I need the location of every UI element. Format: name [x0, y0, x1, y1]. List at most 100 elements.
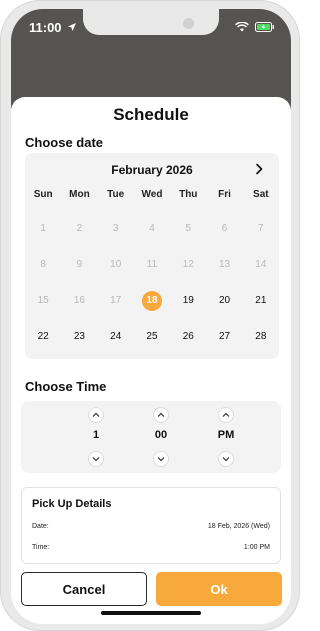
calendar-day: 5 — [170, 211, 206, 247]
weekday-label: Sat — [253, 189, 269, 200]
next-month-button[interactable] — [249, 159, 269, 179]
calendar-day: 4 — [134, 211, 170, 247]
calendar: February 2026 Sun Mon Tue Wed Thu Fri Sat 1234… — [25, 153, 279, 359]
chevron-down-icon — [157, 457, 165, 462]
chevron-down-icon — [92, 457, 100, 462]
minute-down-button[interactable] — [153, 451, 169, 467]
minute-column: 00 — [141, 407, 181, 467]
calendar-day-number: 7 — [258, 223, 264, 234]
hour-down-button[interactable] — [88, 451, 104, 467]
calendar-day-number: 23 — [73, 331, 85, 342]
calendar-day-number: 20 — [218, 295, 231, 306]
status-bar: 11:00 — [11, 9, 291, 45]
calendar-week-row: 15 16 17 18 19 20 21 — [25, 283, 279, 319]
weekday-label: Tue — [107, 189, 125, 200]
calendar-day: 1 — [25, 211, 61, 247]
calendar-day: 7 — [243, 211, 279, 247]
calendar-day-number: 2 — [76, 223, 83, 234]
calendar-month-label: February 2026 — [111, 163, 193, 177]
calendar-day-number: 10 — [110, 259, 122, 270]
calendar-week-row: 22 23 24 25 26 27 28 — [25, 319, 279, 355]
pickup-time-row: Time: 1:00 PM — [32, 544, 270, 551]
calendar-day-number: 3 — [112, 223, 119, 234]
calendar-day: 15 — [25, 283, 61, 319]
calendar-day-number: 11 — [146, 259, 158, 270]
chevron-up-icon — [157, 412, 165, 417]
calendar-day[interactable]: 26 — [170, 319, 206, 355]
calendar-day-number: 4 — [149, 223, 155, 234]
wifi-icon — [235, 22, 249, 32]
calendar-day: 13 — [206, 247, 242, 283]
calendar-day: 3 — [98, 211, 134, 247]
calendar-day-number: 28 — [255, 331, 267, 342]
hour-column: 1 — [76, 407, 116, 467]
status-left: 11:00 — [29, 20, 77, 35]
calendar-day-number: 26 — [182, 331, 194, 342]
choose-date-label: Choose date — [25, 135, 104, 150]
calendar-day-number: 22 — [37, 331, 49, 342]
hour-up-button[interactable] — [88, 407, 104, 423]
calendar-day-number: 6 — [221, 223, 228, 234]
time-picker: 1 00 PM — [21, 401, 281, 473]
sheet-title: Schedule — [113, 105, 189, 124]
chevron-right-icon — [256, 163, 263, 175]
chevron-up-icon — [222, 412, 230, 417]
pickup-details-card: Pick Up Details Date: 18 Feb, 2026 (Wed)… — [21, 487, 281, 564]
pickup-time-value: 1:00 PM — [243, 544, 270, 551]
weekday-label: Thu — [179, 189, 198, 200]
schedule-sheet: Schedule Choose date February 2026 Sun Mo… — [11, 97, 291, 624]
weekday-header-row: Sun Mon Tue Wed Thu Fri Sat — [25, 189, 279, 200]
calendar-day[interactable]: 22 — [25, 319, 61, 355]
calendar-day-number: 21 — [255, 295, 267, 306]
calendar-day[interactable]: 20 — [206, 283, 242, 319]
period-value[interactable]: PM — [206, 429, 246, 441]
calendar-day[interactable]: 27 — [206, 319, 242, 355]
pickup-date-value: 18 Feb, 2026 (Wed) — [207, 523, 270, 530]
calendar-day[interactable]: 21 — [243, 283, 279, 319]
chevron-down-icon — [222, 457, 230, 462]
calendar-day-number: 14 — [255, 259, 267, 270]
calendar-day[interactable]: 25 — [134, 319, 170, 355]
cancel-button[interactable]: Cancel — [21, 572, 147, 606]
calendar-day: 10 — [98, 247, 134, 283]
calendar-day-number: 18 — [141, 291, 162, 311]
calendar-day-number: 19 — [182, 295, 194, 306]
status-right — [235, 22, 275, 32]
status-time: 11:00 — [29, 19, 62, 35]
calendar-week-row: 8 9 10 11 12 13 14 — [25, 247, 279, 283]
pickup-details-title: Pick Up Details — [32, 498, 112, 510]
calendar-day: 8 — [25, 247, 61, 283]
camera-icon — [183, 18, 194, 29]
minute-value[interactable]: 00 — [141, 429, 181, 441]
calendar-day-number: 1 — [40, 223, 46, 234]
calendar-day[interactable]: 24 — [98, 319, 134, 355]
calendar-day-number: 27 — [218, 331, 231, 342]
ok-button[interactable]: Ok — [156, 572, 282, 606]
weekday-label: Sun — [33, 189, 53, 200]
calendar-day-number: 15 — [37, 295, 49, 306]
calendar-day[interactable]: 23 — [61, 319, 97, 355]
hour-value[interactable]: 1 — [76, 429, 116, 441]
calendar-week-row: 1 2 3 4 5 6 7 — [25, 211, 279, 247]
minute-up-button[interactable] — [153, 407, 169, 423]
calendar-day-number: 17 — [110, 295, 122, 306]
period-down-button[interactable] — [218, 451, 234, 467]
calendar-day-number: 25 — [146, 331, 158, 342]
calendar-day: 11 — [134, 247, 170, 283]
calendar-day-number: 8 — [40, 259, 46, 270]
calendar-day[interactable]: 19 — [170, 283, 206, 319]
weekday-label: Wed — [141, 189, 163, 200]
calendar-day-number: 13 — [218, 259, 231, 270]
calendar-day-number: 16 — [73, 295, 85, 306]
calendar-day: 9 — [61, 247, 97, 283]
period-up-button[interactable] — [218, 407, 234, 423]
calendar-day-selected[interactable]: 18 — [134, 283, 170, 319]
calendar-day-number: 12 — [182, 259, 194, 270]
calendar-day-number: 9 — [76, 259, 83, 270]
calendar-grid: 1 2 3 4 5 6 7 8 9 10 11 12 13 14 15 16 17 18 19 20 21 22 23 24 2… — [25, 211, 279, 355]
chevron-up-icon — [92, 412, 100, 417]
calendar-day: 2 — [61, 211, 97, 247]
pickup-date-label: Date: — [32, 523, 49, 530]
calendar-day: 17 — [98, 283, 134, 319]
calendar-day[interactable]: 28 — [243, 319, 279, 355]
